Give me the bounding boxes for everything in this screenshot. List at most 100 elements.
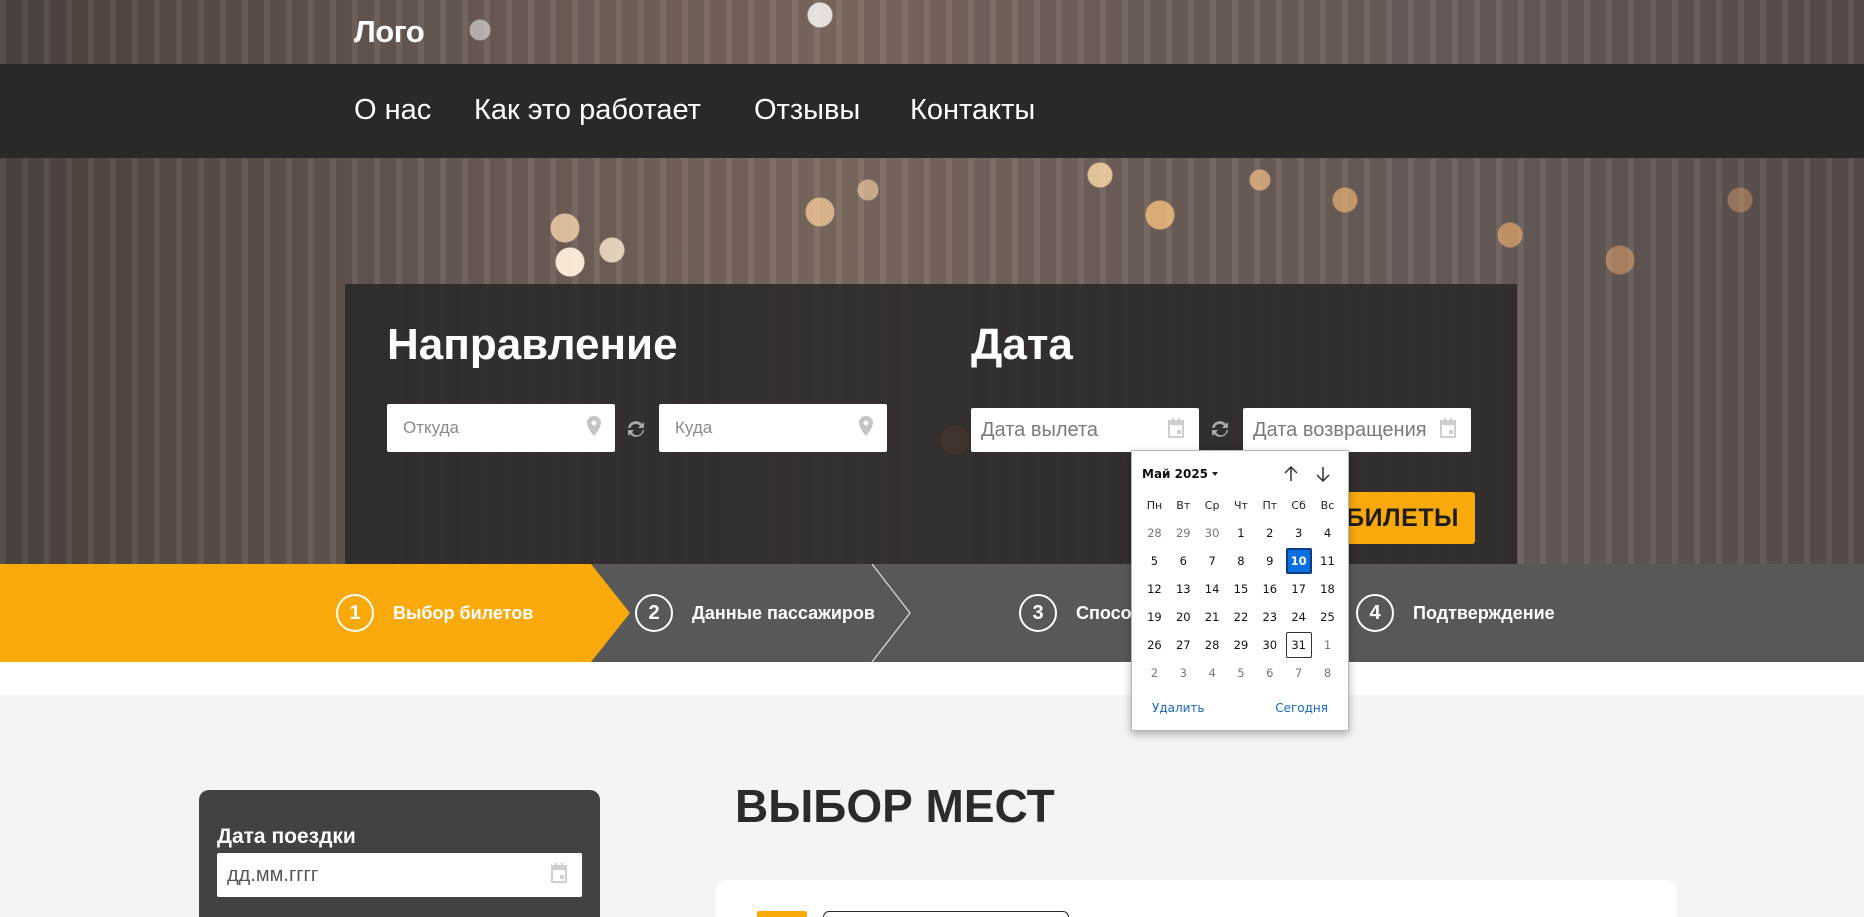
to-input[interactable]: Куда: [659, 404, 887, 452]
main-nav: О нас Как это работает Отзывы Контакты: [0, 64, 1864, 158]
calendar-day[interactable]: 1: [1314, 632, 1340, 658]
calendar-day[interactable]: 16: [1257, 576, 1283, 602]
trip-date-label: Дата поездки: [217, 825, 356, 848]
calendar-day[interactable]: 30: [1199, 520, 1225, 546]
calendar-day[interactable]: 29: [1228, 632, 1254, 658]
calendar-cell: 6: [1255, 659, 1284, 687]
calendar-day[interactable]: 5: [1228, 660, 1254, 686]
return-date-input[interactable]: Дата возвращения: [1243, 408, 1471, 452]
step-1[interactable]: 1 Выбор билетов: [336, 564, 533, 662]
calendar-cell: 27: [1169, 631, 1198, 659]
calendar-day[interactable]: 7: [1199, 548, 1225, 574]
calendar-cell: 4: [1198, 659, 1227, 687]
calendar-cell: 5: [1227, 659, 1256, 687]
from-input[interactable]: Откуда: [387, 404, 615, 452]
arrow-up-icon: [1284, 466, 1298, 481]
calendar-day[interactable]: 24: [1286, 604, 1312, 630]
calendar-day[interactable]: 4: [1314, 520, 1340, 546]
trip-date-input[interactable]: дд.мм.гггг: [217, 853, 582, 897]
calendar-day[interactable]: 2: [1141, 660, 1167, 686]
calendar-day[interactable]: 19: [1141, 604, 1167, 630]
month-select[interactable]: Май 2025: [1142, 467, 1219, 481]
weekday-header: Пн Вт Ср Чт Пт Сб Вс: [1140, 491, 1342, 519]
step-number: 4: [1356, 594, 1394, 632]
filter-sidebar: Дата поездки дд.мм.гггг: [199, 790, 600, 917]
calendar-day[interactable]: 20: [1170, 604, 1196, 630]
step-4[interactable]: 4 Подтверждение: [1356, 564, 1555, 662]
calendar-day[interactable]: 1: [1228, 520, 1254, 546]
caret-down-icon: [1212, 472, 1219, 476]
calendar-day[interactable]: 31: [1285, 632, 1312, 658]
trip-date-placeholder: дд.мм.гггг: [227, 863, 319, 886]
depart-date-input[interactable]: Дата вылета: [971, 408, 1199, 452]
calendar-cell: 16: [1255, 575, 1284, 603]
calendar-cell: 22: [1227, 603, 1256, 631]
calendar-day[interactable]: 27: [1170, 632, 1196, 658]
calendar-day[interactable]: 5: [1141, 548, 1167, 574]
nav-about[interactable]: О нас: [354, 94, 431, 127]
nav-contacts[interactable]: Контакты: [910, 94, 1035, 127]
calendar-day[interactable]: 23: [1257, 604, 1283, 630]
calendar-day[interactable]: 4: [1199, 660, 1225, 686]
calendar-day[interactable]: 11: [1314, 548, 1340, 574]
calendar-cell: 29: [1227, 631, 1256, 659]
calendar-day[interactable]: 13: [1170, 576, 1196, 602]
today-button[interactable]: Сегодня: [1275, 701, 1328, 715]
datepicker-footer: Удалить Сегодня: [1132, 701, 1348, 715]
calendar-day[interactable]: 3: [1286, 520, 1312, 546]
calendar-day[interactable]: 28: [1141, 520, 1167, 546]
swap-dates-icon[interactable]: [1209, 419, 1231, 444]
step-label: Спосо: [1076, 602, 1132, 623]
calendar-cell: 23: [1255, 603, 1284, 631]
next-month-button[interactable]: [1312, 463, 1334, 485]
nav-reviews[interactable]: Отзывы: [754, 94, 860, 127]
weekday-label: Ср: [1204, 498, 1220, 512]
calendar-cell: 11: [1313, 547, 1342, 575]
clear-date-button[interactable]: Удалить: [1152, 701, 1205, 715]
calendar-cell: 20: [1169, 603, 1198, 631]
calendar-cell: 18: [1313, 575, 1342, 603]
calendar-day[interactable]: 18: [1314, 576, 1340, 602]
calendar-cell: 24: [1284, 603, 1313, 631]
calendar-day[interactable]: 6: [1170, 548, 1196, 574]
calendar-icon: [550, 862, 568, 888]
calendar-day[interactable]: 21: [1199, 604, 1225, 630]
divider-strip: [0, 662, 1864, 695]
calendar-cell: 26: [1140, 631, 1169, 659]
calendar-day[interactable]: 9: [1257, 548, 1283, 574]
calendar-cell: 3: [1169, 659, 1198, 687]
prev-month-button[interactable]: [1280, 463, 1302, 485]
calendar-cell: 12: [1140, 575, 1169, 603]
weekday-label: Пт: [1262, 498, 1278, 512]
swap-direction-icon[interactable]: [625, 419, 647, 444]
nav-how-it-works[interactable]: Как это работает: [474, 94, 701, 127]
calendar-day[interactable]: 2: [1257, 520, 1283, 546]
calendar-day[interactable]: 28: [1199, 632, 1225, 658]
calendar-day[interactable]: 25: [1314, 604, 1340, 630]
progress-steps: 1 Выбор билетов 2 Данные пассажиров 3 Сп…: [0, 564, 1864, 662]
calendar-day[interactable]: 6: [1257, 660, 1283, 686]
seat-selection-card: [716, 880, 1677, 917]
calendar-day[interactable]: 7: [1286, 660, 1312, 686]
calendar-cell: 9: [1255, 547, 1284, 575]
calendar-day[interactable]: 17: [1286, 576, 1312, 602]
calendar-day[interactable]: 12: [1141, 576, 1167, 602]
calendar-cell: 1: [1313, 631, 1342, 659]
calendar-day[interactable]: 15: [1228, 576, 1254, 602]
return-placeholder: Дата возвращения: [1253, 418, 1427, 441]
step-3[interactable]: 3 Спосо: [1019, 564, 1132, 662]
calendar-day[interactable]: 3: [1170, 660, 1196, 686]
calendar-day[interactable]: 30: [1257, 632, 1283, 658]
calendar-day[interactable]: 14: [1199, 576, 1225, 602]
calendar-day[interactable]: 8: [1314, 660, 1340, 686]
calendar-day[interactable]: 26: [1141, 632, 1167, 658]
calendar-day[interactable]: 22: [1228, 604, 1254, 630]
calendar-week: 2345678: [1140, 659, 1342, 687]
logo[interactable]: Лого: [354, 14, 425, 50]
calendar-day[interactable]: 10: [1285, 548, 1312, 574]
calendar-day[interactable]: 29: [1170, 520, 1196, 546]
arrow-down-icon: [1316, 467, 1330, 482]
step-2[interactable]: 2 Данные пассажиров: [635, 564, 875, 662]
calendar-day[interactable]: 8: [1228, 548, 1254, 574]
calendar-cell: 30: [1255, 631, 1284, 659]
